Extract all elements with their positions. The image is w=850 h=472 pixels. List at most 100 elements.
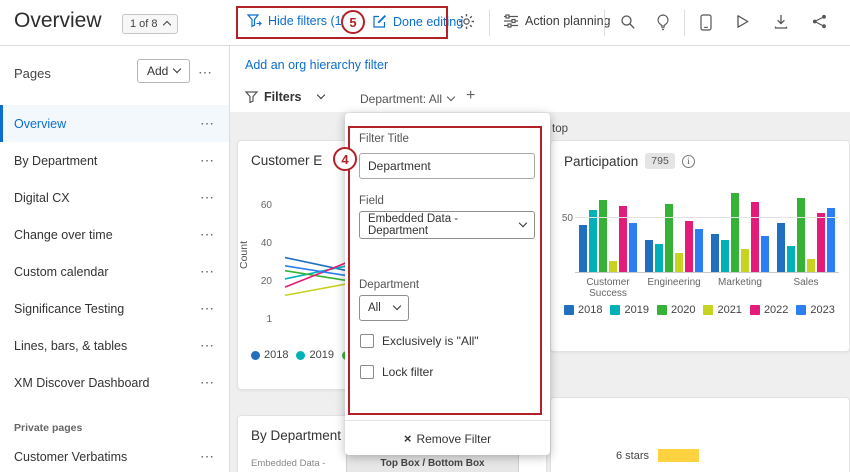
- y-tick: 50: [551, 213, 573, 224]
- done-editing-button[interactable]: Done editing: [372, 14, 463, 29]
- toolbar-divider: [489, 10, 490, 36]
- share-button[interactable]: [812, 14, 827, 32]
- bar-2021-1[interactable]: [675, 253, 683, 272]
- bar-2023-0[interactable]: [629, 223, 637, 272]
- filter-funnel-icon: [245, 91, 258, 103]
- settings-button[interactable]: [458, 13, 475, 33]
- field-select[interactable]: Embedded Data - Department: [359, 211, 535, 239]
- widget-star-ratings: 6 stars: [550, 397, 850, 472]
- chevron-down-icon: [393, 302, 401, 310]
- sidebar-item-by-department[interactable]: By Department⋯: [0, 142, 229, 179]
- bar-2021-3[interactable]: [807, 259, 815, 272]
- pages-menu-icon[interactable]: ⋯: [198, 64, 213, 81]
- sidebar-item-custom-calendar[interactable]: Custom calendar⋯: [0, 253, 229, 290]
- hide-filters-button[interactable]: Hide filters (1): [247, 14, 346, 28]
- bar-2019-3[interactable]: [787, 246, 795, 272]
- bar-2020-2[interactable]: [731, 193, 739, 272]
- category-label: Customer Success: [575, 277, 641, 299]
- bar-2022-1[interactable]: [685, 221, 693, 272]
- sidebar-item-label: XM Discover Dashboard: [14, 376, 149, 390]
- legend-item-2018[interactable]: 2018: [251, 349, 288, 361]
- filter-title-input[interactable]: [359, 153, 535, 179]
- lock-filter-checkbox-row[interactable]: Lock filter: [360, 365, 433, 379]
- item-menu-icon[interactable]: ⋯: [200, 115, 215, 132]
- bar-2019-2[interactable]: [721, 240, 729, 272]
- star-rating-bar[interactable]: [658, 449, 699, 462]
- legend-item-2022[interactable]: 2022: [750, 304, 788, 316]
- exclusively-all-checkbox-row[interactable]: Exclusively is "All": [360, 334, 479, 348]
- page-count-selector[interactable]: 1 of 8: [122, 14, 178, 34]
- item-menu-icon[interactable]: ⋯: [200, 337, 215, 354]
- sidebar-item-xm-discover-dashboard[interactable]: XM Discover Dashboard ⋯: [0, 364, 229, 401]
- main-area: Add an org hierarchy filter Filters Depa…: [230, 46, 850, 472]
- add-page-button[interactable]: Add: [137, 59, 190, 83]
- bar-2018-1[interactable]: [645, 240, 653, 272]
- legend-label: 2020: [671, 304, 695, 316]
- insights-button[interactable]: [656, 14, 670, 34]
- page-title: Overview: [14, 9, 102, 33]
- action-planning-button[interactable]: Action planning: [503, 14, 610, 28]
- bar-2020-0[interactable]: [599, 200, 607, 272]
- zoom-search-button[interactable]: [620, 14, 636, 33]
- item-menu-icon[interactable]: ⋯: [200, 152, 215, 169]
- sidebar-item-significance-testing[interactable]: Significance Testing⋯: [0, 290, 229, 327]
- department-filter-chip[interactable]: Department: All: [360, 92, 454, 106]
- sidebar-item-label: Change over time: [14, 228, 113, 242]
- bar-group-engineering: [645, 186, 703, 272]
- filter-funnel-icon: [247, 14, 262, 28]
- org-hierarchy-filter-link[interactable]: Add an org hierarchy filter: [245, 58, 388, 72]
- mobile-icon: [700, 14, 712, 31]
- bar-2019-0[interactable]: [589, 210, 597, 272]
- legend-item-2020[interactable]: 2020: [657, 304, 695, 316]
- legend-item-2019[interactable]: 2019: [610, 304, 648, 316]
- checkbox[interactable]: [360, 365, 374, 379]
- item-menu-icon[interactable]: ⋯: [200, 448, 215, 465]
- remove-filter-button[interactable]: ×Remove Filter: [345, 431, 550, 446]
- legend-item-2018[interactable]: 2018: [564, 304, 602, 316]
- export-button[interactable]: [774, 14, 788, 32]
- sidebar-item-change-over-time[interactable]: Change over time ⋯: [0, 216, 229, 253]
- filters-toggle[interactable]: Filters: [245, 90, 324, 104]
- legend-item-2019[interactable]: 2019: [296, 349, 333, 361]
- item-menu-icon[interactable]: ⋯: [200, 226, 215, 243]
- mobile-preview-button[interactable]: [700, 14, 712, 34]
- add-filter-button[interactable]: +: [466, 87, 475, 105]
- bar-2021-0[interactable]: [609, 261, 617, 272]
- sidebar-item-customer-verbatims[interactable]: Customer Verbatims⋯: [0, 438, 229, 472]
- bar-2022-0[interactable]: [619, 206, 627, 272]
- widget-title: By Department: [251, 428, 341, 443]
- bar-2023-1[interactable]: [695, 229, 703, 272]
- bar-2023-2[interactable]: [761, 236, 769, 272]
- present-button[interactable]: [736, 14, 749, 32]
- bar-2018-0[interactable]: [579, 225, 587, 272]
- info-icon[interactable]: i: [682, 155, 695, 168]
- bar-2021-2[interactable]: [741, 249, 749, 272]
- checkbox[interactable]: [360, 334, 374, 348]
- legend-item-2023[interactable]: 2023: [796, 304, 834, 316]
- done-editing-label: Done editing: [393, 15, 463, 29]
- item-menu-icon[interactable]: ⋯: [200, 374, 215, 391]
- item-menu-icon[interactable]: ⋯: [200, 189, 215, 206]
- item-menu-icon[interactable]: ⋯: [200, 300, 215, 317]
- chevron-down-icon: [173, 65, 181, 73]
- legend-label: 2019: [309, 349, 333, 361]
- y-tick: 20: [250, 276, 272, 287]
- bar-2020-3[interactable]: [797, 198, 805, 272]
- sidebar-item-overview[interactable]: Overview⋯: [0, 105, 229, 142]
- legend-item-2021[interactable]: 2021: [703, 304, 741, 316]
- item-menu-icon[interactable]: ⋯: [200, 263, 215, 280]
- filter-editor-popover: Filter Title Field Embedded Data - Depar…: [345, 113, 550, 455]
- category-label: Engineering: [641, 277, 707, 299]
- legend-swatch: [703, 305, 713, 315]
- bar-chart-plot: [575, 186, 839, 273]
- bar-2018-3[interactable]: [777, 223, 785, 272]
- sidebar-item-lines-bars-tables[interactable]: Lines, bars, & tables⋯: [0, 327, 229, 364]
- bar-2018-2[interactable]: [711, 234, 719, 272]
- back-to-top-link[interactable]: top: [552, 123, 568, 135]
- department-select[interactable]: All: [359, 295, 409, 321]
- bar-2022-3[interactable]: [817, 213, 825, 272]
- sidebar-item-digital-cx[interactable]: Digital CX⋯: [0, 179, 229, 216]
- bar-2020-1[interactable]: [665, 204, 673, 272]
- bar-2022-2[interactable]: [751, 202, 759, 272]
- bar-2019-1[interactable]: [655, 244, 663, 272]
